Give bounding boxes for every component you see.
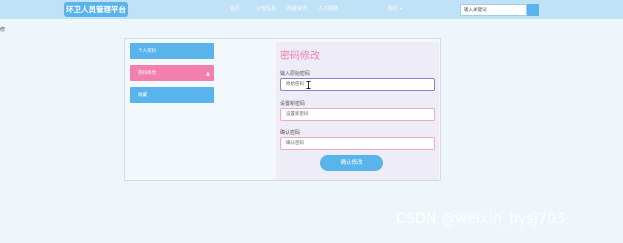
nav-announcements[interactable]: 公告信息 (256, 5, 276, 12)
watermark-text: CSDN @weixin_bysj703 (396, 211, 566, 227)
nav-mine-label: 我的 (388, 6, 399, 12)
confirm-change-button[interactable]: 确认修改 (320, 155, 383, 171)
new-password-label: 设置新密码 (280, 101, 306, 107)
text-cursor-icon (306, 81, 311, 89)
search-button[interactable] (527, 4, 539, 16)
old-password-field[interactable] (280, 78, 435, 91)
chevron-down-icon: ▾ (400, 6, 403, 11)
page-title: 密码修改 (280, 51, 320, 62)
confirm-password-label: 确认密码 (280, 130, 301, 136)
confirm-password-field[interactable] (280, 137, 435, 150)
chevron-right-icon: › (206, 91, 209, 98)
sidebar-item-label: 个人资料 (138, 49, 156, 54)
new-password-field[interactable] (280, 108, 435, 121)
sidebar-item-password[interactable]: 密码修改 ▲ (130, 65, 214, 81)
sidebar-item-label: 收藏 (138, 93, 147, 98)
sidebar-item-profile[interactable]: 个人资料 › (130, 43, 214, 59)
old-password-wrap (276, 78, 439, 91)
password-form-panel: 密码修改 输入原始密码 设置新密码 确认密码 确认修改 (276, 42, 439, 180)
person-icon: ▲ (206, 71, 210, 77)
chevron-right-icon: › (206, 47, 209, 54)
top-navbar: 环卫人员管理平台 首页 公告信息 所报资讯 人才招聘 我的 ▾ (0, 0, 623, 19)
profile-center: 个人资料 › 密码修改 ▲ 收藏 › 密码修改 输入原始密码 设置新密码 确认密… (124, 38, 441, 181)
nav-news[interactable]: 所报资讯 (287, 5, 307, 12)
page-edge-text: 修 (0, 27, 6, 33)
sidebar-item-favorites[interactable]: 收藏 › (130, 87, 214, 103)
search-input[interactable] (460, 4, 527, 16)
nav-jobs[interactable]: 人才招聘 (318, 5, 338, 12)
nav-home[interactable]: 首页 (230, 5, 240, 12)
sidebar-item-label: 密码修改 (138, 71, 156, 76)
old-password-label: 输入原始密码 (280, 71, 311, 77)
nav-mine-dropdown[interactable]: 我的 ▾ (388, 5, 402, 12)
site-logo[interactable]: 环卫人员管理平台 (64, 2, 128, 17)
